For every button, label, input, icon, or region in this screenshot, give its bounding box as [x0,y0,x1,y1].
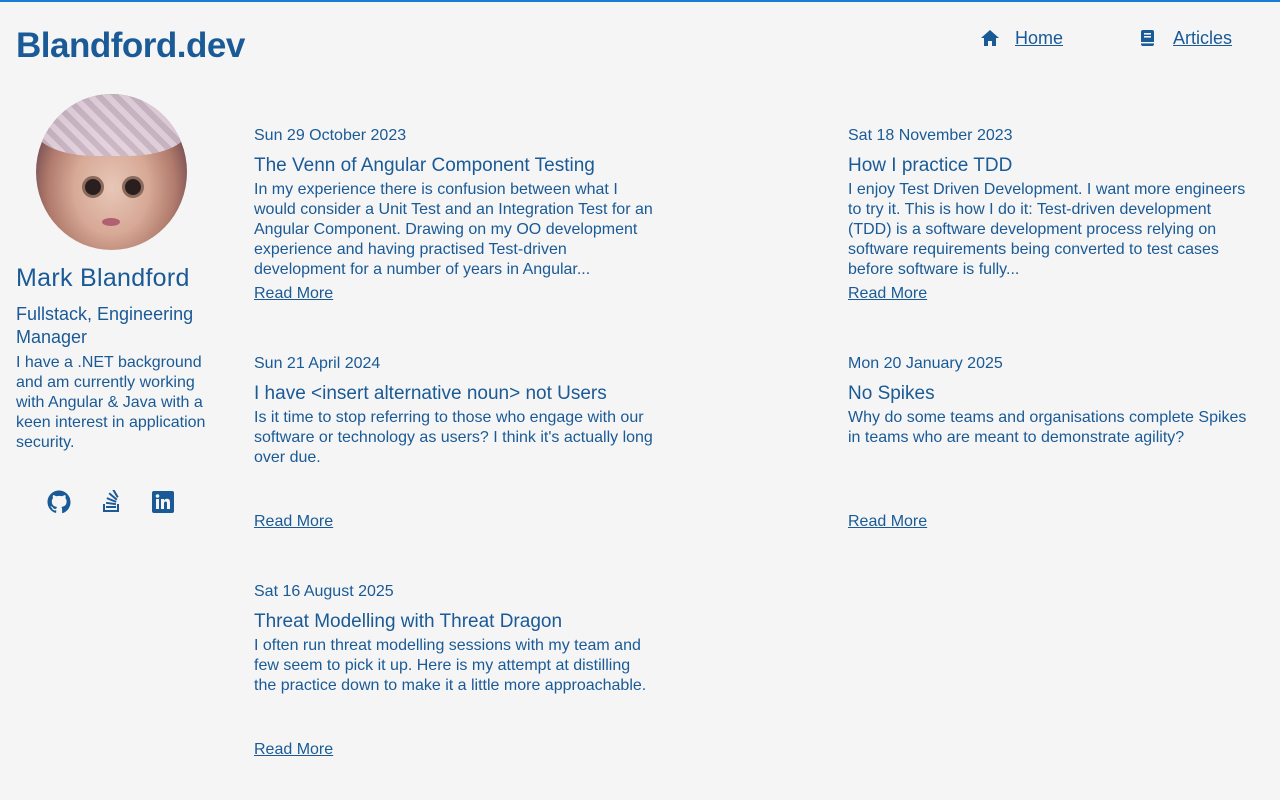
read-more-link[interactable]: Read More [254,512,333,532]
read-more-link[interactable]: Read More [848,512,927,532]
nav-home[interactable]: Home [980,26,1063,50]
avatar [36,94,187,250]
article-title: I have <insert alternative noun> not Use… [254,383,607,404]
nav-articles[interactable]: Articles [1138,26,1232,50]
nav-home-link[interactable]: Home [1015,28,1063,49]
article-date: Mon 20 January 2025 [848,355,1003,372]
book-icon [1138,28,1158,48]
article-date: Sat 16 August 2025 [254,583,394,600]
article-title: Threat Modelling with Threat Dragon [254,611,563,632]
profile-bio: I have a .NET background and am currentl… [16,354,206,451]
article-date: Sun 21 April 2024 [254,355,381,372]
article-summary: Why do some teams and organisations comp… [848,409,1247,446]
read-more-link[interactable]: Read More [254,740,333,760]
github-icon[interactable] [47,490,71,514]
site-title[interactable]: Blandford.dev [16,26,245,66]
profile-role: Fullstack, Engineering Manager [16,304,194,347]
article-card: Sat 16 August 2025 Threat Modelling with… [254,582,654,760]
article-summary: I often run threat modelling sessions wi… [254,637,647,694]
read-more-link[interactable]: Read More [848,284,927,304]
read-more-link[interactable]: Read More [254,284,333,304]
article-summary: Is it time to stop referring to those wh… [254,409,653,466]
article-title: How I practice TDD [848,155,1013,176]
nav-articles-link[interactable]: Articles [1173,28,1232,49]
article-date: Sun 29 October 2023 [254,127,407,144]
linkedin-icon[interactable] [151,490,175,514]
article-card: Sat 18 November 2023 How I practice TDD … [848,126,1248,304]
article-title: No Spikes [848,383,935,404]
stackoverflow-icon[interactable] [99,490,123,514]
article-summary: In my experience there is confusion betw… [254,181,653,278]
home-icon [980,28,1000,48]
social-links [47,490,175,514]
article-title: The Venn of Angular Component Testing [254,155,595,176]
profile-name: Mark Blandford [16,264,190,292]
article-date: Sat 18 November 2023 [848,127,1013,144]
article-card: Sun 21 April 2024 I have <insert alterna… [254,354,654,532]
article-card: Mon 20 January 2025 No Spikes Why do som… [848,354,1248,532]
article-card: Sun 29 October 2023 The Venn of Angular … [254,126,654,304]
article-summary: I enjoy Test Driven Development. I want … [848,181,1246,278]
